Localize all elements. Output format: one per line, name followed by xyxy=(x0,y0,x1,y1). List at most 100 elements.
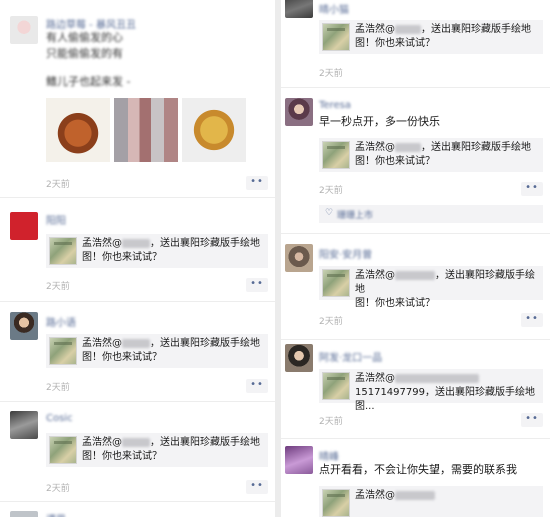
timestamp: 2天前 xyxy=(319,69,343,79)
avatar[interactable] xyxy=(285,98,313,126)
card-sender: 孟浩然@ xyxy=(355,142,395,153)
map-thumbnail xyxy=(49,436,77,464)
shared-link-card[interactable]: 孟浩然@ ，送出襄阳珍藏版手绘地 图！你也来试试？ xyxy=(319,266,543,309)
map-thumbnail xyxy=(49,237,77,265)
card-text: ，送出襄阳珍藏版手绘地 xyxy=(150,238,260,249)
username[interactable]: 路边草莓 - 暴风丑丑 xyxy=(46,16,136,31)
feed-post: 晴小猫 孟浩然@ ，送出襄阳珍藏版手绘地 图！你也来试试？ 2天前 xyxy=(281,0,550,88)
username[interactable]: 阿发·龙口一品 xyxy=(319,349,382,364)
avatar[interactable] xyxy=(285,446,313,474)
post-text: 早一秒点开，多一份快乐 xyxy=(319,115,440,128)
feed-post: 路边草莓 - 暴风丑丑 有人偷偷发的心 只能偷偷发的有 鳍儿子也起来发 - 2天… xyxy=(0,0,275,198)
blurred-phone xyxy=(122,437,150,447)
post-text-line: 只能偷偷发的有 xyxy=(46,47,123,60)
liker-name[interactable]: 珊珊上市 xyxy=(337,208,373,221)
map-thumbnail xyxy=(322,141,350,169)
card-sender: 孟浩然@ xyxy=(355,24,395,35)
timestamp: 2天前 xyxy=(46,180,70,190)
feed-post: 晴峰 点开看看，不会让你失望，需要的联系我 孟浩然@ xyxy=(281,440,550,517)
username[interactable]: 谭思 xyxy=(46,511,66,517)
feed-column-right: 晴小猫 孟浩然@ ，送出襄阳珍藏版手绘地 图！你也来试试？ 2天前 Teresa … xyxy=(281,0,550,517)
map-thumbnail xyxy=(322,23,350,51)
more-actions-button[interactable]: •• xyxy=(521,313,543,327)
map-thumbnail xyxy=(322,269,350,297)
card-text: 图！你也来试试？ xyxy=(82,252,162,263)
avatar[interactable] xyxy=(10,312,38,340)
card-text: ，送出襄阳珍藏版手绘地 xyxy=(421,142,531,153)
post-text: 点开看看，不会让你失望，需要的联系我 xyxy=(319,463,517,476)
feed-post: 阳阳 孟浩然@ ，送出襄阳珍藏版手绘地 图！你也来试试？ 2天前 •• xyxy=(0,198,275,302)
post-text-line: 鳍儿子也起来发 - xyxy=(46,75,131,88)
card-text: ，送出襄阳珍藏版手绘地 xyxy=(421,24,531,35)
shared-link-card[interactable]: 孟浩然@ ，送出襄阳珍藏版手绘地 图！你也来试试？ xyxy=(46,433,268,467)
card-sender: 孟浩然@ xyxy=(355,490,395,501)
shared-link-card[interactable]: 孟浩然@ ，送出襄阳珍藏版手绘地 图！你也来试试？ xyxy=(319,20,543,54)
more-actions-button[interactable]: •• xyxy=(246,278,268,292)
post-photo[interactable] xyxy=(182,98,246,162)
shared-link-card[interactable]: 孟浩然@ ，送出襄阳珍藏版手绘地 图！你也来试试？ xyxy=(46,334,268,368)
blurred-name xyxy=(395,373,479,383)
timestamp: 2天前 xyxy=(319,186,343,196)
avatar[interactable] xyxy=(285,344,313,372)
blurred-phone xyxy=(395,490,435,500)
card-text: 15171497799，送出襄阳珍藏版手绘地图... xyxy=(355,387,535,412)
map-thumbnail xyxy=(49,337,77,365)
more-actions-button[interactable]: •• xyxy=(246,379,268,393)
avatar[interactable] xyxy=(285,0,313,18)
avatar[interactable] xyxy=(10,411,38,439)
blurred-phone xyxy=(122,238,150,248)
avatar[interactable] xyxy=(285,244,313,272)
more-actions-button[interactable]: •• xyxy=(521,413,543,427)
username[interactable]: 晴峰 xyxy=(319,448,339,463)
card-text: 图！你也来试试？ xyxy=(355,298,435,309)
post-photo[interactable] xyxy=(46,98,110,162)
card-text: ，送出襄阳珍藏版手绘地 xyxy=(150,437,260,448)
blurred-phone xyxy=(395,142,421,152)
card-sender: 孟浩然@ xyxy=(82,338,122,349)
feed-post: Cosic 孟浩然@ ，送出襄阳珍藏版手绘地 图！你也来试试？ 2天前 •• 谭思 xyxy=(0,401,275,517)
more-actions-button[interactable]: •• xyxy=(246,480,268,494)
username[interactable]: Cosic xyxy=(46,413,73,424)
blurred-phone xyxy=(395,24,421,34)
card-sender: 孟浩然@ xyxy=(355,373,395,384)
card-sender: 孟浩然@ xyxy=(82,437,122,448)
feed-post: 路小语 孟浩然@ ，送出襄阳珍藏版手绘地 图！你也来试试？ 2天前 •• xyxy=(0,302,275,406)
avatar[interactable] xyxy=(10,16,38,44)
post-photo[interactable] xyxy=(114,98,178,162)
timestamp: 2天前 xyxy=(46,484,70,494)
heart-icon: ♡ xyxy=(325,208,334,218)
username[interactable]: 阳安·安月曾 xyxy=(319,246,372,261)
timestamp: 2天前 xyxy=(319,417,343,427)
feed-post: Teresa 早一秒点开，多一份快乐 孟浩然@ ，送出襄阳珍藏版手绘地 图！你也来… xyxy=(281,88,550,234)
map-thumbnail xyxy=(322,372,350,400)
card-text: 图！你也来试试？ xyxy=(355,38,435,49)
card-text: ，送出襄阳珍藏版手绘地 xyxy=(150,338,260,349)
shared-link-card[interactable]: 孟浩然@ xyxy=(319,486,543,517)
card-sender: 孟浩然@ xyxy=(82,238,122,249)
avatar[interactable] xyxy=(10,212,38,240)
avatar[interactable] xyxy=(10,511,38,517)
shared-link-card[interactable]: 孟浩然@ ，送出襄阳珍藏版手绘地 图！你也来试试？ xyxy=(46,234,268,268)
more-actions-button[interactable]: •• xyxy=(246,176,268,190)
map-thumbnail xyxy=(322,489,350,517)
shared-link-card[interactable]: 孟浩然@ 15171497799，送出襄阳珍藏版手绘地图... xyxy=(319,369,543,412)
username[interactable]: 晴小猫 xyxy=(319,1,349,16)
username[interactable]: 阳阳 xyxy=(46,212,66,227)
card-text: 图！你也来试试？ xyxy=(82,352,162,363)
username[interactable]: Teresa xyxy=(319,100,351,111)
feed-post: 阳安·安月曾 孟浩然@ ，送出襄阳珍藏版手绘地 图！你也来试试？ 2天前 •• xyxy=(281,234,550,342)
card-text: 图！你也来试试？ xyxy=(82,451,162,462)
blurred-phone xyxy=(395,270,435,280)
timestamp: 2天前 xyxy=(46,282,70,292)
timestamp: 2天前 xyxy=(319,317,343,327)
feed-column-left: 路边草莓 - 暴风丑丑 有人偷偷发的心 只能偷偷发的有 鳍儿子也起来发 - 2天… xyxy=(0,0,275,517)
likes-bar: ♡ 珊珊上市 xyxy=(319,205,543,223)
divider xyxy=(0,501,275,502)
feed-post: 阿发·龙口一品 孟浩然@ 15171497799，送出襄阳珍藏版手绘地图... … xyxy=(281,340,550,440)
shared-link-card[interactable]: 孟浩然@ ，送出襄阳珍藏版手绘地 图！你也来试试？ xyxy=(319,138,543,172)
post-text-line: 有人偷偷发的心 xyxy=(46,31,123,44)
divider xyxy=(281,438,550,439)
username[interactable]: 路小语 xyxy=(46,314,76,329)
card-sender: 孟浩然@ xyxy=(355,270,395,281)
more-actions-button[interactable]: •• xyxy=(521,182,543,196)
